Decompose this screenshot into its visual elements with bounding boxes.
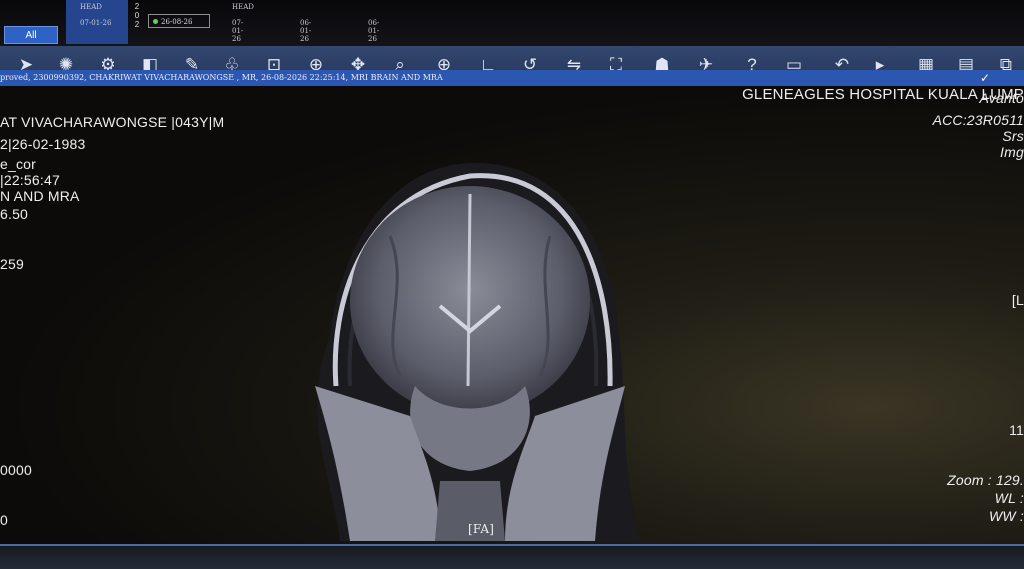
series-number: Srs (1002, 128, 1024, 144)
patient-dob: 2|26-02-1983 (0, 136, 86, 152)
accession-number: ACC:23R0511 (932, 112, 1024, 128)
left-value: 0 (0, 512, 8, 528)
study-desc: N AND MRA (0, 188, 80, 204)
series-date: 07-01-26 (232, 19, 244, 43)
window-width-readout: WW : (988, 508, 1024, 524)
series-date: 06-01-26 (368, 19, 380, 43)
bottom-status-strip (0, 544, 1024, 569)
series-thumb-selected[interactable]: HEAD 07-01-26 (66, 0, 128, 44)
current-study-date[interactable]: 26-08-26 (148, 14, 210, 28)
zoom-readout: Zoom : 129. (947, 472, 1024, 488)
current-date-text: 26-08-26 (161, 18, 193, 26)
left-value: 0000 (0, 462, 32, 478)
image-number: Img (1000, 144, 1024, 160)
all-series-button[interactable]: All (4, 26, 58, 44)
orientation-right: [L (1011, 292, 1024, 308)
orientation-bottom: [FA] (468, 522, 495, 536)
patient-name: AT VIVACHARAWONGSE |043Y|M (0, 114, 225, 130)
year-vertical-label: 2 0 2 (134, 2, 140, 29)
series-label: HEAD (80, 3, 102, 11)
status-dot-icon (153, 19, 158, 24)
scanner-model-text: Avanto (979, 90, 1024, 106)
series-thumbnail-bar: All HEAD 07-01-26 2 0 2 26-08-26 HEAD 07… (0, 0, 1024, 46)
slice-thickness: 6.50 (0, 206, 29, 222)
patient-info-text: proved, 2300990392, CHAKRIWAT VIVACHARAW… (0, 73, 443, 82)
series-label: HEAD (232, 3, 254, 11)
patient-info-bar: proved, 2300990392, CHAKRIWAT VIVACHARAW… (0, 70, 1024, 86)
mri-coronal-image (315, 162, 640, 541)
series-date: 06-01-26 (300, 19, 312, 43)
slice-position: 259 (0, 256, 24, 272)
image-viewport[interactable]: AT VIVACHARAWONGSE |043Y|M 2|26-02-1983 … (0, 86, 1024, 544)
window-level-readout: WL : (994, 490, 1024, 506)
study-time: |22:56:47 (0, 172, 60, 188)
right-value: 11 (1009, 422, 1024, 438)
series-date: 07-01-26 (80, 19, 112, 27)
filter-check-icon[interactable]: ✓ (980, 70, 990, 86)
series-desc: e_cor (0, 156, 37, 172)
